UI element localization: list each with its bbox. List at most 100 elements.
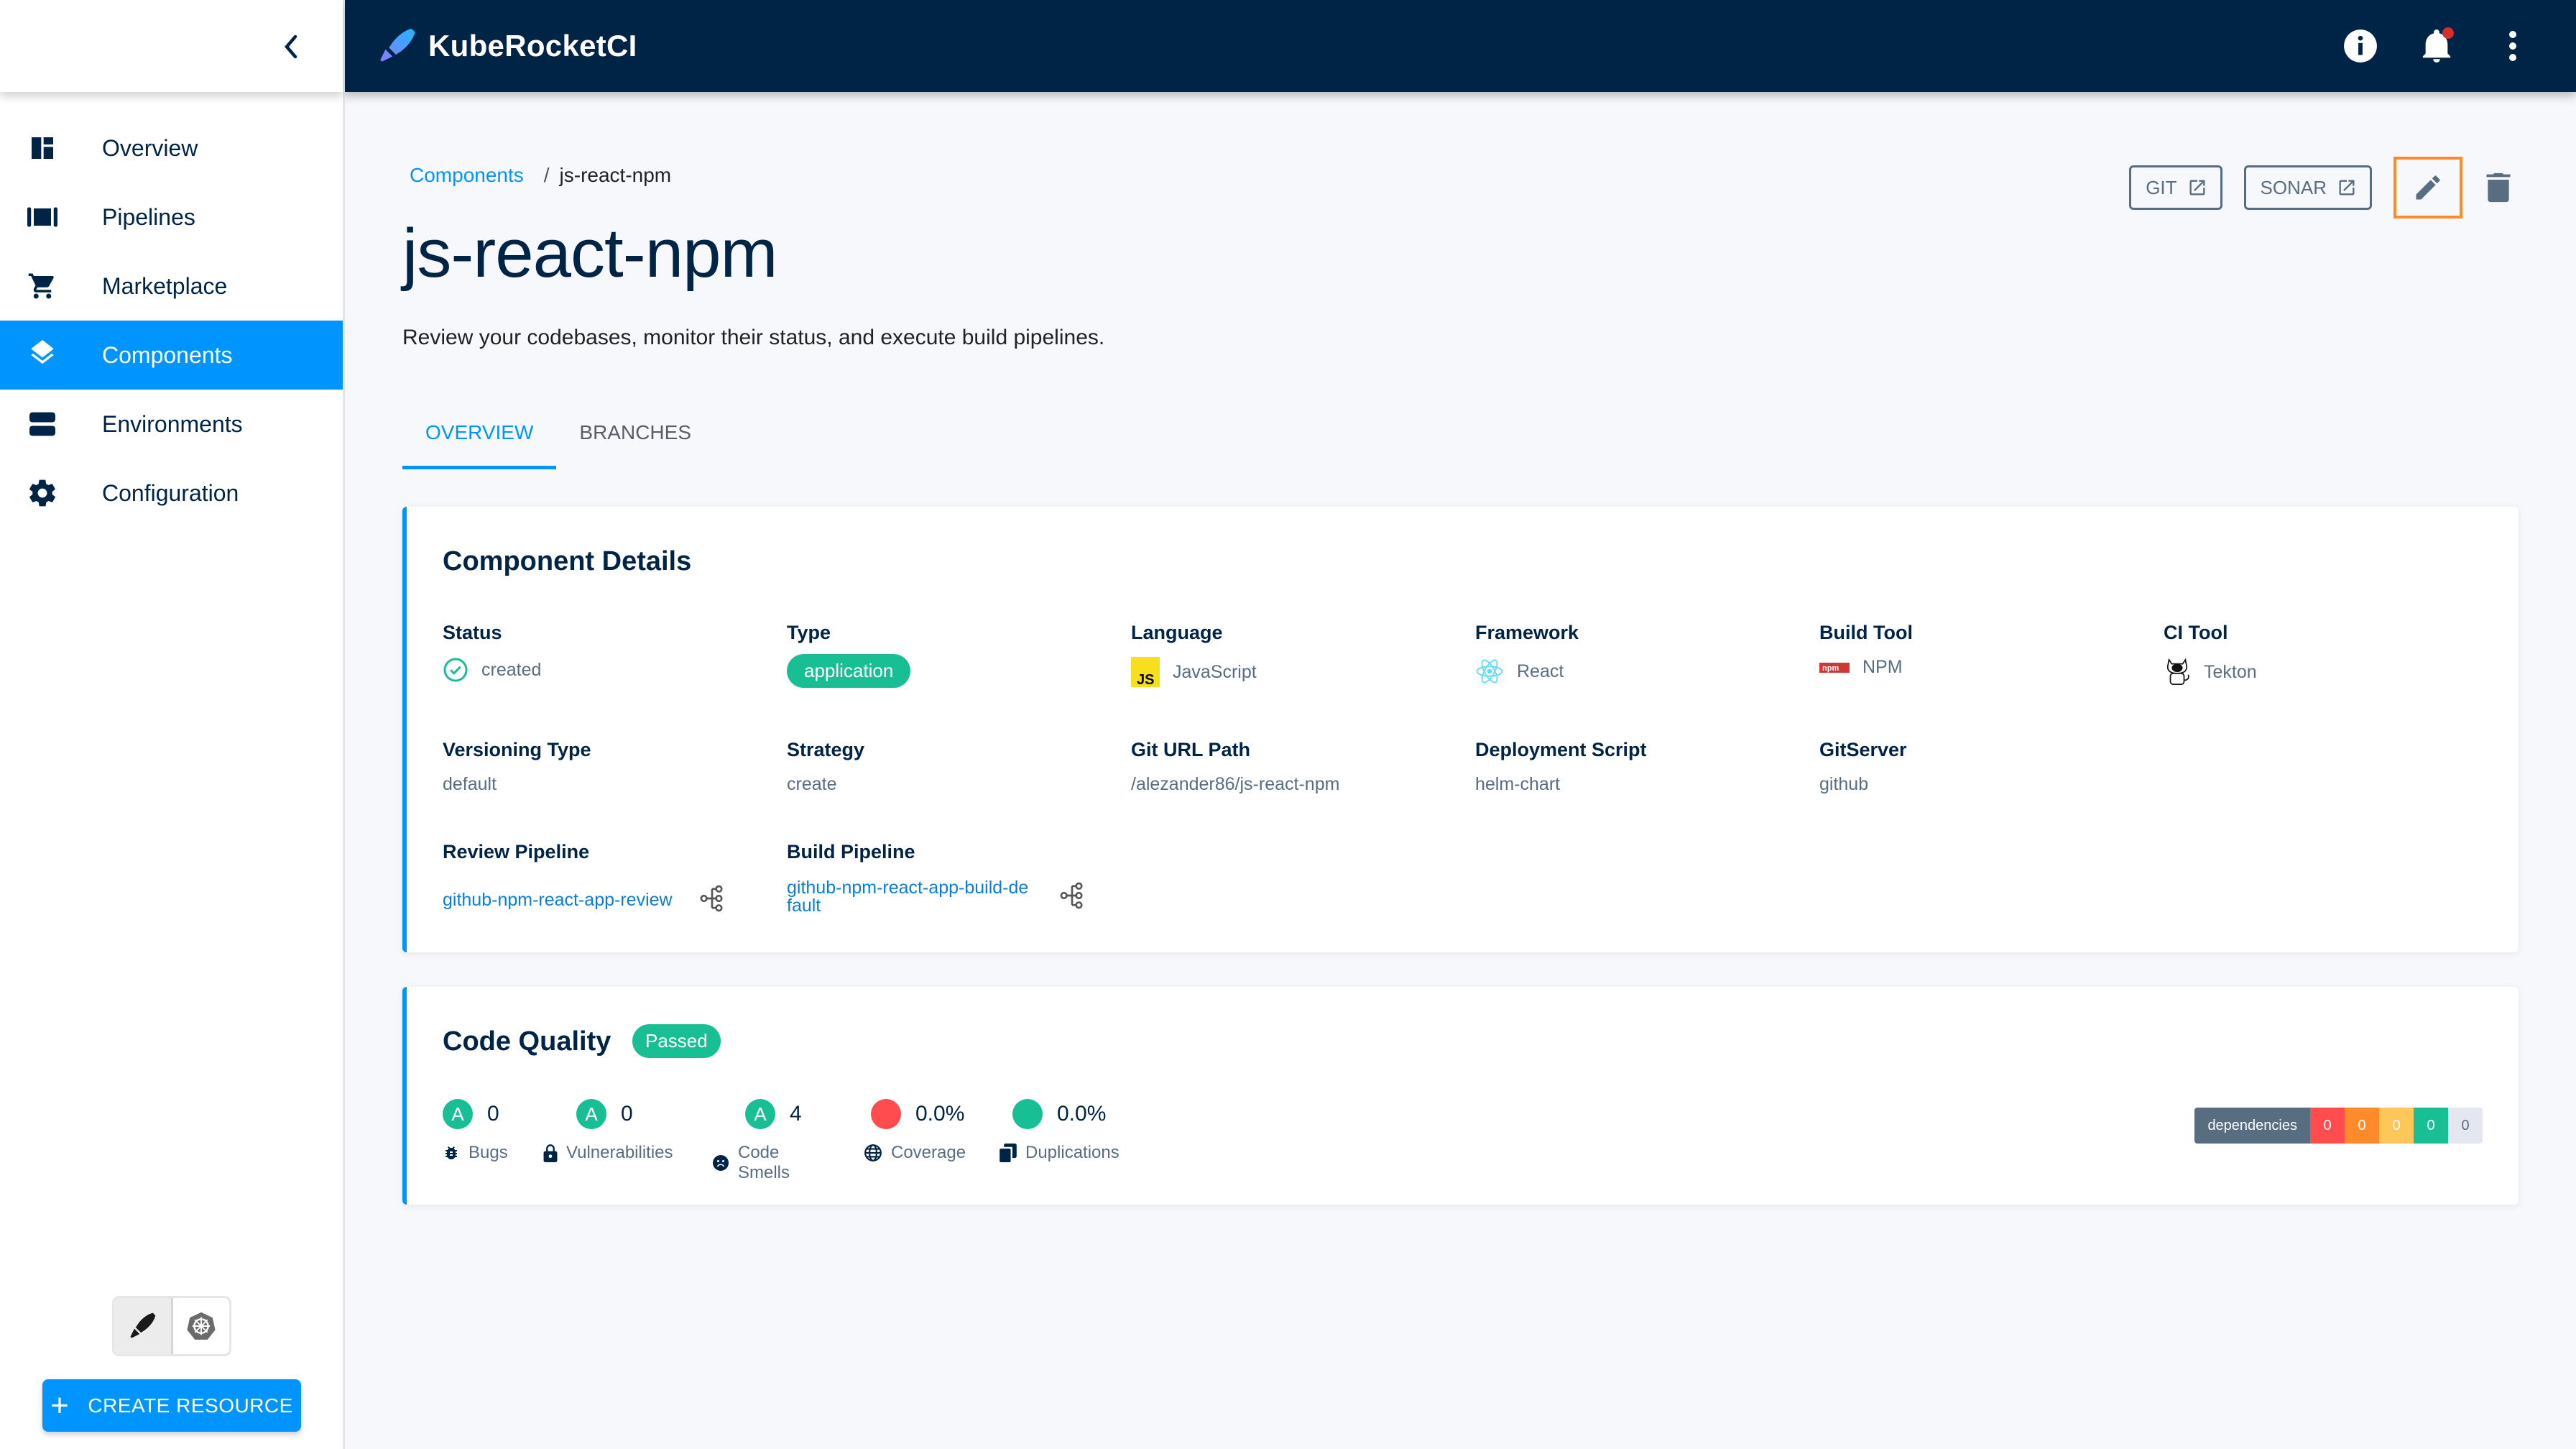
code-quality-card: Code Quality Passed A0 Bugs A0 Vulnerabi… <box>402 987 2519 1205</box>
dashboard-icon <box>26 132 59 165</box>
kubernetes-icon <box>187 1312 216 1340</box>
rating-badge: A <box>576 1099 606 1129</box>
dependencies-label: dependencies <box>2194 1108 2310 1144</box>
field-build-pipeline: Build Pipeline github-npm-react-app-buil… <box>787 841 1103 915</box>
rocket-icon <box>130 1312 156 1338</box>
field-value: /alezander86/js-react-npm <box>1131 774 1340 794</box>
field-label: Language <box>1131 622 1223 643</box>
dependencies-medium-count: 0 <box>2379 1108 2414 1144</box>
field-label: Build Tool <box>1819 622 1913 643</box>
field-status: Status created <box>443 622 759 683</box>
more-vertical-icon <box>2509 31 2516 61</box>
check-circle-icon <box>443 657 468 683</box>
field-label: Git URL Path <box>1131 739 1251 760</box>
rating-badge: A <box>745 1099 775 1129</box>
sonar-link-button[interactable]: SONAR <box>2243 165 2372 210</box>
field-label: Review Pipeline <box>443 841 590 862</box>
sad-face-icon <box>712 1154 729 1172</box>
mode-switch <box>112 1296 231 1356</box>
rocket-mode-toggle[interactable] <box>114 1298 173 1354</box>
sidebar-item-label: Pipelines <box>102 203 195 230</box>
chevron-left-icon <box>285 34 297 59</box>
metric-bugs[interactable]: A0 Bugs <box>443 1098 508 1163</box>
tekton-icon <box>2164 657 2191 687</box>
collapse-sidebar-button[interactable] <box>273 29 309 65</box>
gear-icon <box>26 477 59 510</box>
external-link-icon <box>2339 180 2355 196</box>
field-strategy: Strategy create <box>787 739 1103 795</box>
plus-icon: + <box>50 1387 70 1423</box>
duplications-indicator <box>1012 1099 1043 1129</box>
metric-code-smells[interactable]: A4 Code Smells <box>712 1098 802 1183</box>
dependencies-low-count: 0 <box>2414 1108 2448 1144</box>
code-quality-title: Code Quality <box>443 1026 611 1057</box>
type-badge: application <box>787 654 911 688</box>
tab-overview[interactable]: OVERVIEW <box>402 408 557 469</box>
javascript-icon: JS <box>1131 657 1160 687</box>
dependencies-high-count: 0 <box>2345 1108 2379 1144</box>
field-value: JavaScript <box>1173 661 1257 682</box>
field-ci-tool: CI Tool Tekton <box>2164 622 2480 687</box>
dependencies-unknown-count: 0 <box>2448 1108 2483 1144</box>
review-pipeline-link[interactable]: github-npm-react-app-review <box>443 891 680 909</box>
pipeline-diagram-button[interactable] <box>1060 882 1084 913</box>
metric-coverage[interactable]: 0.0% Coverage <box>864 1098 966 1163</box>
git-link-button[interactable]: GIT <box>2129 165 2222 210</box>
sidebar-item-overview[interactable]: Overview <box>0 114 343 183</box>
dependencies-badge[interactable]: dependencies 0 0 0 0 0 <box>2194 1108 2483 1144</box>
page-description: Review your codebases, monitor their sta… <box>402 326 1105 349</box>
sidebar-item-pipelines[interactable]: Pipelines <box>0 183 343 252</box>
sidebar-item-label: Components <box>102 341 233 368</box>
field-value: created <box>481 659 542 680</box>
field-label: Status <box>443 622 502 643</box>
top-bar: KubeRocketCI <box>345 0 2576 92</box>
field-value: default <box>443 774 497 794</box>
component-details-card: Component Details Status created Type ap… <box>402 507 2519 952</box>
metric-label: Coverage <box>891 1143 966 1162</box>
top-actions <box>2340 0 2533 92</box>
sidebar-item-configuration[interactable]: Configuration <box>0 459 343 528</box>
sidebar-item-marketplace[interactable]: Marketplace <box>0 252 343 321</box>
create-resource-button[interactable]: + CREATE RESOURCE <box>42 1379 301 1432</box>
metric-label: Duplications <box>1025 1143 1120 1162</box>
brand[interactable]: KubeRocketCI <box>375 25 637 67</box>
delete-button[interactable] <box>2478 167 2519 208</box>
build-pipeline-link[interactable]: github-npm-react-app-build-default <box>787 879 1031 915</box>
sidebar-item-environments[interactable]: Environments <box>0 390 343 459</box>
field-label: Build Pipeline <box>787 841 915 862</box>
field-label: Type <box>787 622 831 643</box>
field-label: GitServer <box>1819 739 1907 760</box>
field-value: React <box>1517 661 1564 681</box>
field-label: Framework <box>1475 622 1579 643</box>
tab-branches[interactable]: BRANCHES <box>556 408 714 469</box>
sidebar-item-components[interactable]: Components <box>0 321 343 390</box>
field-git-url-path: Git URL Path /alezander86/js-react-npm <box>1131 739 1447 795</box>
bug-icon <box>443 1144 460 1162</box>
field-language: Language JS JavaScript <box>1131 622 1447 687</box>
pipeline-diagram-button[interactable] <box>700 885 724 916</box>
cart-icon <box>26 270 59 303</box>
info-button[interactable] <box>2340 26 2381 66</box>
field-value: create <box>787 774 837 794</box>
sidebar-header <box>0 0 343 92</box>
svg-text:npm: npm <box>1822 664 1839 673</box>
sidebar-item-label: Overview <box>102 134 198 161</box>
notifications-button[interactable] <box>2416 26 2457 66</box>
metric-duplications[interactable]: 0.0% Duplications <box>1000 1098 1120 1163</box>
tabs: OVERVIEW BRANCHES <box>402 408 714 469</box>
field-label: Strategy <box>787 739 865 760</box>
metric-value: 0.0% <box>1057 1102 1107 1126</box>
create-resource-label: CREATE RESOURCE <box>88 1394 293 1417</box>
pipeline-tree-icon <box>1060 882 1083 908</box>
field-versioning-type: Versioning Type default <box>443 739 759 795</box>
sonar-label: SONAR <box>2260 176 2327 198</box>
component-details-title: Component Details <box>443 546 692 576</box>
edit-button[interactable] <box>2393 157 2462 218</box>
more-menu-button[interactable] <box>2493 26 2533 66</box>
metric-value: 0.0% <box>915 1102 965 1126</box>
sidebar-item-label: Configuration <box>102 479 239 506</box>
field-value: github <box>1819 774 1869 794</box>
breadcrumb-components-link[interactable]: Components <box>410 164 524 187</box>
metric-vulnerabilities[interactable]: A0 Vulnerabilities <box>543 1098 673 1163</box>
kubernetes-mode-toggle[interactable] <box>173 1298 230 1354</box>
